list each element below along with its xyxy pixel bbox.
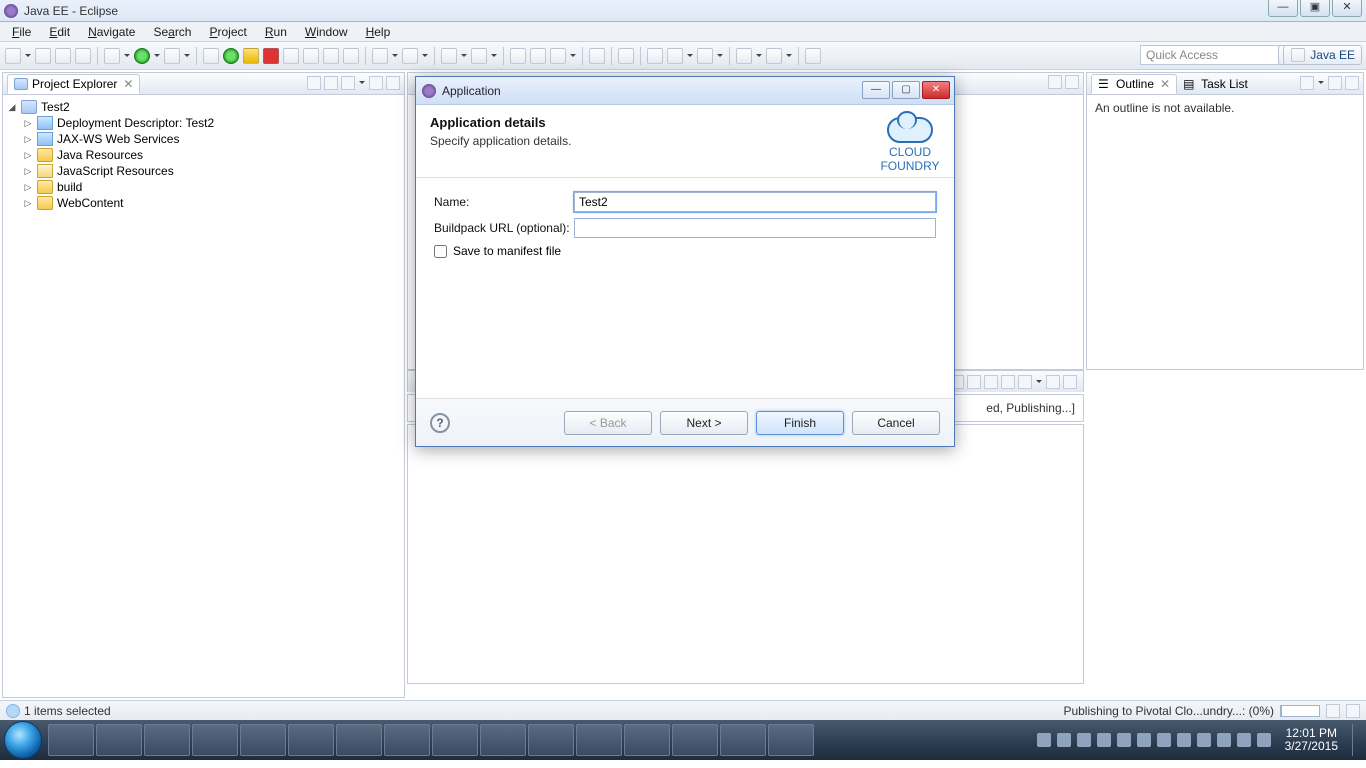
back-button: < Back xyxy=(564,411,652,435)
dialog-title: Application xyxy=(442,84,501,98)
dialog-close-button[interactable]: ✕ xyxy=(922,81,950,99)
help-icon[interactable]: ? xyxy=(430,413,450,433)
cloud-foundry-label: CLOUD FOUNDRY xyxy=(880,145,940,173)
eclipse-icon xyxy=(422,84,436,98)
application-dialog: Application — ▢ ✕ Application details Sp… xyxy=(415,76,955,447)
cloud-foundry-logo: CLOUD FOUNDRY xyxy=(880,115,940,163)
dialog-titlebar[interactable]: Application — ▢ ✕ xyxy=(416,77,954,105)
dialog-subheading: Specify application details. xyxy=(430,134,571,148)
dialog-header: Application details Specify application … xyxy=(416,105,954,178)
buildpack-label: Buildpack URL (optional): xyxy=(434,221,574,235)
dialog-heading: Application details xyxy=(430,115,571,130)
next-button[interactable]: Next > xyxy=(660,411,748,435)
dialog-body: Name: Buildpack URL (optional): Save to … xyxy=(416,178,954,398)
cancel-button[interactable]: Cancel xyxy=(852,411,940,435)
dialog-layer: Application — ▢ ✕ Application details Sp… xyxy=(0,0,1366,768)
name-label: Name: xyxy=(434,195,574,209)
name-input[interactable] xyxy=(574,192,936,212)
dialog-footer: ? < Back Next > Finish Cancel xyxy=(416,398,954,446)
dialog-minimize-button[interactable]: — xyxy=(862,81,890,99)
dialog-maximize-button[interactable]: ▢ xyxy=(892,81,920,99)
manifest-label: Save to manifest file xyxy=(453,244,561,258)
manifest-checkbox[interactable] xyxy=(434,245,447,258)
buildpack-input[interactable] xyxy=(574,218,936,238)
finish-button[interactable]: Finish xyxy=(756,411,844,435)
